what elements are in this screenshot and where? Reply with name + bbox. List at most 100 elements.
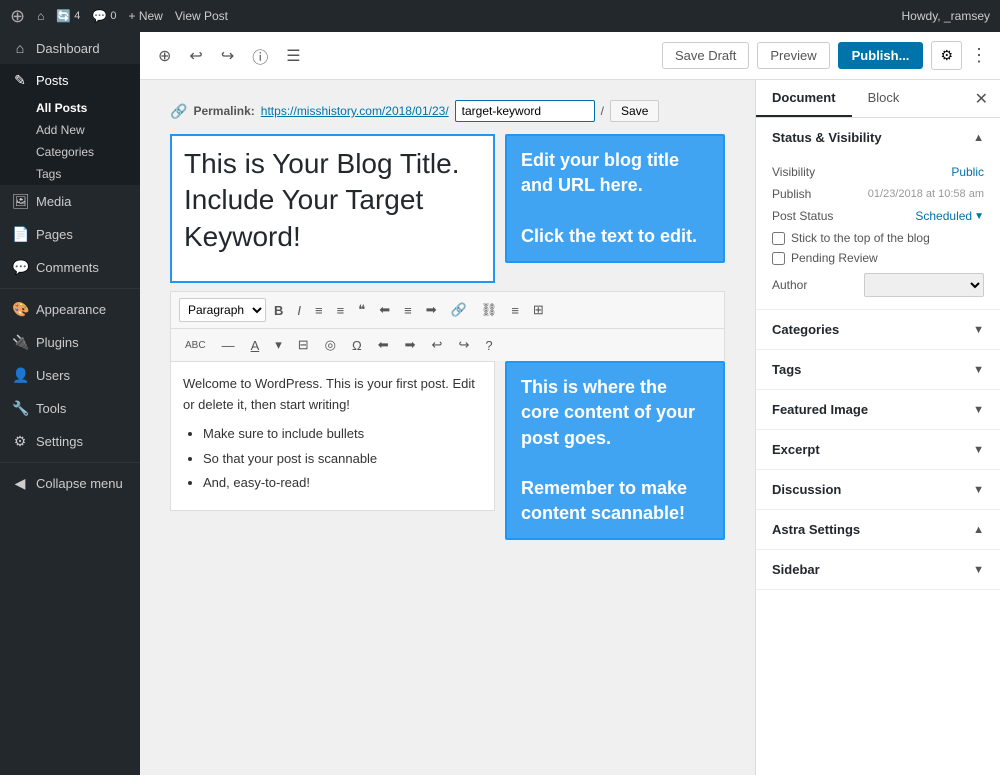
admin-bar-home[interactable]: ⌂ — [37, 9, 44, 23]
sidebar-item-plugins[interactable]: 🔌 Plugins — [0, 326, 140, 359]
insert-link-button[interactable]: 🔗 — [445, 298, 473, 322]
sidebar-item-posts[interactable]: ✎ Posts — [0, 64, 140, 97]
section-featured-image: Featured Image ▼ — [756, 390, 1000, 430]
save-draft-button[interactable]: Save Draft — [662, 42, 749, 69]
text-color-button[interactable]: A — [245, 334, 266, 357]
section-discussion-header[interactable]: Discussion ▼ — [756, 470, 1000, 509]
undo-format-button[interactable]: ↩ — [426, 333, 449, 357]
bullet-item-2: So that your post is scannable — [203, 449, 482, 470]
admin-bar-updates[interactable]: 🔄 4 — [56, 9, 80, 23]
undo-button[interactable]: ↩ — [183, 40, 208, 72]
settings-button[interactable]: ⚙ — [931, 41, 962, 70]
section-categories-header[interactable]: Categories ▼ — [756, 310, 1000, 349]
wp-logo[interactable]: ⊕ — [10, 6, 25, 27]
bold-button[interactable]: B — [268, 299, 289, 322]
insert-readmore-button[interactable]: ≡ — [505, 299, 525, 322]
preview-button[interactable]: Preview — [757, 42, 829, 69]
add-block-button[interactable]: ⊕ — [152, 40, 177, 72]
sidebar-item-appearance[interactable]: 🎨 Appearance — [0, 293, 140, 326]
align-center-button[interactable]: ≡ — [398, 299, 418, 322]
strikethrough-button[interactable]: ABC — [179, 336, 212, 355]
blog-title[interactable]: This is Your Blog Title. Include Your Ta… — [184, 146, 481, 255]
stick-to-top-checkbox[interactable] — [772, 232, 785, 245]
section-featured-image-header[interactable]: Featured Image ▼ — [756, 390, 1000, 429]
publish-time[interactable]: 01/23/2018 at 10:58 am — [868, 188, 984, 200]
horizontal-rule-button[interactable]: — — [216, 334, 241, 357]
permalink-base-url[interactable]: https://misshistory.com/2018/01/23/ — [261, 104, 449, 118]
content-annotation-box: This is where the core content of your p… — [505, 361, 725, 540]
sidebar-item-comments[interactable]: 💬 Comments — [0, 251, 140, 284]
panel-close-button[interactable]: ✕ — [963, 81, 1000, 117]
section-excerpt-header[interactable]: Excerpt ▼ — [756, 430, 1000, 469]
clear-formatting-button[interactable]: ◎ — [319, 333, 342, 357]
redo-format-button[interactable]: ↪ — [452, 333, 475, 357]
sidebar-item-media[interactable]: 🖼 Media — [0, 185, 140, 218]
main-layout: ⌂ Dashboard ✎ Posts All Posts Add New Ca… — [0, 32, 1000, 775]
info-button[interactable]: ⓘ — [246, 38, 274, 74]
editor-content[interactable]: Welcome to WordPress. This is your first… — [170, 361, 495, 511]
pending-review-checkbox[interactable] — [772, 252, 785, 265]
help-button[interactable]: ? — [479, 334, 498, 357]
ordered-list-button[interactable]: ≡ — [331, 299, 351, 322]
admin-bar-new[interactable]: + New — [129, 9, 163, 23]
section-sidebar-header[interactable]: Sidebar ▼ — [756, 550, 1000, 589]
content-annotation: This is where the core content of your p… — [505, 361, 725, 540]
sidebar-sub-categories[interactable]: Categories — [0, 141, 140, 163]
sidebar-item-settings[interactable]: ⚙ Settings — [0, 425, 140, 458]
toolbar-toggle-button[interactable]: ⊞ — [527, 298, 550, 322]
paragraph-select[interactable]: Paragraph — [179, 298, 266, 322]
author-row: Author — [772, 273, 984, 297]
content-intro: Welcome to WordPress. This is your first… — [183, 374, 482, 416]
sidebar-label-users: Users — [36, 368, 70, 383]
italic-button[interactable]: I — [291, 299, 307, 322]
align-right-button[interactable]: ➡ — [420, 298, 443, 322]
admin-bar-comments[interactable]: 💬 0 — [92, 9, 116, 23]
sidebar-item-tools[interactable]: 🔧 Tools — [0, 392, 140, 425]
permalink-slug-input[interactable] — [455, 100, 595, 122]
sidebar-label-collapse: Collapse menu — [36, 476, 123, 491]
sidebar-sub-tags[interactable]: Tags — [0, 163, 140, 185]
text-color-dropdown[interactable]: ▾ — [269, 333, 288, 357]
visibility-value[interactable]: Public — [951, 165, 984, 179]
visibility-row: Visibility Public — [772, 165, 984, 179]
panel-tabs: Document Block ✕ — [756, 80, 1000, 118]
sidebar-item-dashboard[interactable]: ⌂ Dashboard — [0, 32, 140, 64]
content-panel: 🔗 Permalink: https://misshistory.com/201… — [140, 80, 1000, 775]
title-annotation-box: Edit your blog title and URL here. Click… — [505, 134, 725, 263]
author-select[interactable] — [864, 273, 984, 297]
section-featured-image-label: Featured Image — [772, 402, 868, 417]
publish-button[interactable]: Publish... — [838, 42, 924, 69]
admin-bar-view-post[interactable]: View Post — [175, 9, 228, 23]
sidebar-label-appearance: Appearance — [36, 302, 106, 317]
post-status-value[interactable]: Scheduled ▼ — [915, 209, 984, 223]
outdent-button[interactable]: ⬅ — [372, 333, 395, 357]
section-tags-header[interactable]: Tags ▼ — [756, 350, 1000, 389]
align-left-button[interactable]: ⬅ — [373, 298, 396, 322]
permalink-save-button[interactable]: Save — [610, 100, 659, 122]
unlink-button[interactable]: ⛓ — [475, 298, 504, 322]
redo-button[interactable]: ↪ — [215, 40, 240, 72]
special-chars-button[interactable]: Ω — [346, 334, 368, 357]
content-section[interactable]: Welcome to WordPress. This is your first… — [170, 361, 495, 540]
sidebar-item-pages[interactable]: 📄 Pages — [0, 218, 140, 251]
section-featured-image-chevron: ▼ — [973, 404, 984, 416]
sidebar-sub-all-posts[interactable]: All Posts — [0, 97, 140, 119]
tab-block[interactable]: Block — [852, 80, 916, 117]
comments-icon: 💬 — [12, 259, 28, 276]
sidebar-sub-add-new[interactable]: Add New — [0, 119, 140, 141]
sidebar: ⌂ Dashboard ✎ Posts All Posts Add New Ca… — [0, 32, 140, 775]
blockquote-button[interactable]: ❝ — [352, 298, 371, 322]
more-options-button[interactable]: ⋮ — [970, 45, 988, 66]
section-tags-chevron: ▼ — [973, 364, 984, 376]
sidebar-item-collapse[interactable]: ◀ Collapse menu — [0, 467, 140, 500]
unordered-list-button[interactable]: ≡ — [309, 299, 329, 322]
bullet-item-1: Make sure to include bullets — [203, 424, 482, 445]
indent-button[interactable]: ➡ — [399, 333, 422, 357]
paste-plain-button[interactable]: ⊟ — [292, 333, 315, 357]
section-status-header[interactable]: Status & Visibility ▲ — [756, 118, 1000, 157]
section-astra-header[interactable]: Astra Settings ▲ — [756, 510, 1000, 549]
list-view-button[interactable]: ☰ — [280, 40, 306, 72]
sidebar-item-users[interactable]: 👤 Users — [0, 359, 140, 392]
tab-document[interactable]: Document — [756, 80, 852, 117]
content-annotation-line2: Remember to make content scannable! — [521, 476, 709, 526]
